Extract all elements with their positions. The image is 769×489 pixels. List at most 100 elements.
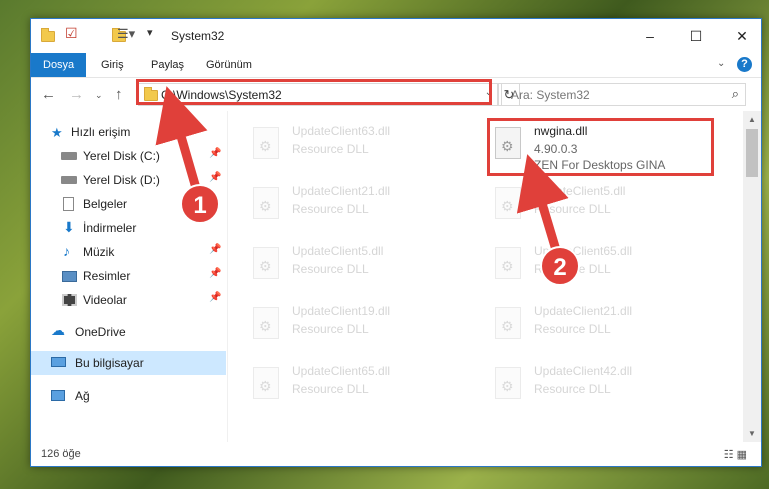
customize-toolbar-icon[interactable]: ☰▾ xyxy=(117,26,135,44)
pin-icon[interactable]: 📌 xyxy=(209,292,221,303)
music-icon: ♪ xyxy=(63,243,70,259)
dll-file-icon xyxy=(495,307,521,339)
navigation-pane: ★ Hızlı erişim Yerel Disk (C:) 📌 Yerel D… xyxy=(31,111,226,442)
file-item[interactable]: UpdateClient19.dll Resource DLL xyxy=(248,301,478,351)
item-count: 126 öğe xyxy=(41,448,81,460)
view-toggle-icons[interactable]: ☷ ▦ xyxy=(724,448,747,461)
chevron-down-icon[interactable]: ▾ xyxy=(147,26,153,44)
scroll-up-icon[interactable]: ▲ xyxy=(748,115,756,124)
file-item[interactable]: UpdateClient5.dll Resource DLL xyxy=(490,181,720,231)
file-highlight-box xyxy=(487,118,714,176)
file-item[interactable]: UpdateClient5.dll Resource DLL xyxy=(248,241,478,291)
file-item[interactable]: UpdateClient65.dll Resource DLL xyxy=(490,241,720,291)
dll-file-icon xyxy=(495,367,521,399)
sidebar-item-local-disk-c[interactable]: Yerel Disk (C:) 📌 xyxy=(31,145,226,167)
file-name: UpdateClient19.dll xyxy=(292,304,391,318)
scroll-down-icon[interactable]: ▼ xyxy=(748,429,756,438)
film-icon xyxy=(62,294,77,306)
sidebar-item-label: Müzik xyxy=(83,245,115,259)
step-badge-2: 2 xyxy=(540,246,580,286)
tab-share[interactable]: Paylaş xyxy=(139,53,196,77)
file-item[interactable]: UpdateClient63.dll Resource DLL xyxy=(248,121,478,171)
file-type: Resource DLL xyxy=(534,382,611,396)
sidebar-item-label: OneDrive xyxy=(75,325,126,339)
sidebar-item-label: Resimler xyxy=(83,269,131,283)
file-name: UpdateClient42.dll xyxy=(534,364,633,378)
pin-icon[interactable]: 📌 xyxy=(209,172,221,183)
vertical-scrollbar[interactable]: ▲ ▼ xyxy=(743,111,761,442)
file-name: UpdateClient5.dll xyxy=(292,244,384,258)
dll-file-icon xyxy=(495,247,521,279)
properties-icon[interactable]: ☑ xyxy=(65,25,78,43)
drive-icon xyxy=(61,176,77,184)
scroll-thumb[interactable] xyxy=(746,129,758,177)
file-type: Resource DLL xyxy=(292,322,369,336)
dll-file-icon xyxy=(253,307,279,339)
maximize-button[interactable]: ☐ xyxy=(673,19,719,53)
folder-icon xyxy=(41,28,55,42)
cloud-icon: ☁ xyxy=(51,322,65,338)
ribbon-tabs: Dosya Giriş Paylaş Görünüm ⌄ ? xyxy=(31,53,761,77)
tab-file[interactable]: Dosya xyxy=(31,53,87,77)
sidebar-item-pictures[interactable]: Resimler 📌 xyxy=(31,265,226,287)
computer-icon xyxy=(51,357,66,367)
sidebar-item-label: Belgeler xyxy=(83,197,128,211)
search-placeholder: Ara: System32 xyxy=(511,88,590,102)
document-icon xyxy=(63,197,74,211)
file-item[interactable]: UpdateClient21.dll Resource DLL xyxy=(490,301,720,351)
file-name: UpdateClient21.dll xyxy=(292,184,391,198)
file-type: Resource DLL xyxy=(292,202,369,216)
back-icon[interactable]: ← xyxy=(41,86,56,103)
sidebar-item-network[interactable]: Ağ xyxy=(31,385,226,407)
window-title: System32 xyxy=(171,29,225,43)
file-type: Resource DLL xyxy=(292,382,369,396)
network-icon xyxy=(51,390,65,401)
status-bar: 126 öğe ☷ ▦ xyxy=(31,442,761,466)
forward-icon[interactable]: → xyxy=(69,86,84,103)
dll-file-icon xyxy=(253,187,279,219)
up-icon[interactable]: ↑ xyxy=(115,86,123,103)
sidebar-item-this-pc[interactable]: Bu bilgisayar xyxy=(31,351,226,375)
help-icon[interactable]: ? xyxy=(737,57,752,72)
search-input[interactable]: Ara: System32 ⌕ xyxy=(501,83,746,106)
file-type: Resource DLL xyxy=(534,322,611,336)
file-item[interactable]: UpdateClient21.dll Resource DLL xyxy=(248,181,478,231)
file-name: UpdateClient63.dll xyxy=(292,124,391,138)
sidebar-item-label: Yerel Disk (D:) xyxy=(83,173,160,187)
download-icon: ⬇ xyxy=(63,219,75,235)
file-name: UpdateClient5.dll xyxy=(534,184,626,198)
dll-file-icon xyxy=(253,367,279,399)
file-item[interactable]: UpdateClient42.dll Resource DLL xyxy=(490,361,720,411)
picture-icon xyxy=(62,271,77,282)
recent-locations-icon[interactable]: ⌄ xyxy=(95,90,103,101)
sidebar-item-label: Bu bilgisayar xyxy=(75,356,144,370)
sidebar-item-music[interactable]: ♪ Müzik 📌 xyxy=(31,241,226,263)
file-name: UpdateClient65.dll xyxy=(292,364,391,378)
dll-file-icon xyxy=(495,187,521,219)
pin-icon[interactable]: 📌 xyxy=(209,244,221,255)
tab-view[interactable]: Görünüm xyxy=(194,53,264,77)
title-bar: ☑ ☰▾ ▾ System32 – ☐ ✕ xyxy=(31,19,761,53)
file-type: Resource DLL xyxy=(534,202,611,216)
sidebar-item-quick-access[interactable]: ★ Hızlı erişim xyxy=(31,121,226,143)
file-type: Resource DLL xyxy=(292,262,369,276)
sidebar-item-label: Ağ xyxy=(75,389,90,403)
dll-file-icon xyxy=(253,247,279,279)
file-name: UpdateClient21.dll xyxy=(534,304,633,318)
sidebar-item-label: Videolar xyxy=(83,293,127,307)
sidebar-item-videos[interactable]: Videolar 📌 xyxy=(31,289,226,311)
pin-icon[interactable]: 📌 xyxy=(209,148,221,159)
close-button[interactable]: ✕ xyxy=(719,19,761,53)
expand-ribbon-icon[interactable]: ⌄ xyxy=(717,58,725,69)
file-item[interactable]: UpdateClient65.dll Resource DLL xyxy=(248,361,478,411)
sidebar-item-onedrive[interactable]: ☁ OneDrive xyxy=(31,321,226,343)
search-icon: ⌕ xyxy=(731,86,739,101)
pin-icon[interactable]: 📌 xyxy=(209,268,221,279)
tab-home[interactable]: Giriş xyxy=(89,53,136,77)
file-type: Resource DLL xyxy=(292,142,369,156)
address-highlight-box xyxy=(136,79,492,105)
sidebar-item-label: Yerel Disk (C:) xyxy=(83,149,160,163)
minimize-button[interactable]: – xyxy=(627,19,673,53)
sidebar-item-label: İndirmeler xyxy=(83,221,137,235)
dll-file-icon xyxy=(253,127,279,159)
